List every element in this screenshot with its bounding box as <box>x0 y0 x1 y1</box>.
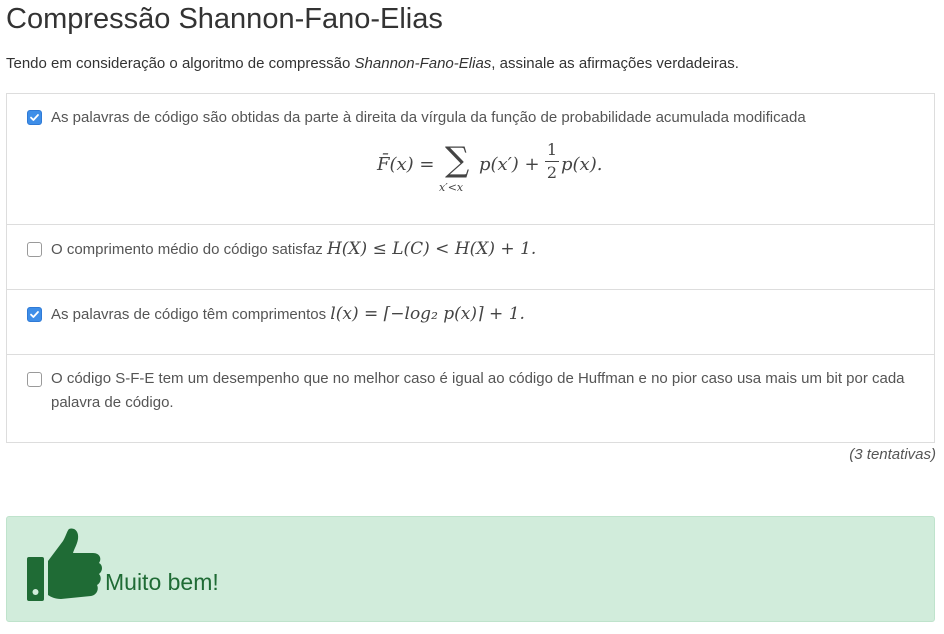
prompt-text-before: Tendo em consideração o algoritmo de com… <box>6 55 355 72</box>
option-text: O código S-F-E tem um desempenho que no … <box>51 370 905 411</box>
checkbox-checked[interactable] <box>27 110 42 125</box>
option-item[interactable]: O código S-F-E tem um desempenho que no … <box>7 355 934 443</box>
fraction-denominator: 2 <box>546 163 558 182</box>
math-inequality: H(X) ≤ L(C) < H(X) + 1. <box>326 239 537 259</box>
sum-symbol: ∑ <box>445 140 470 180</box>
formula-term-end: p(x). <box>561 154 603 175</box>
sum-subscript: x′<x <box>439 181 464 194</box>
option-item[interactable]: As palavras de código têm comprimentos l… <box>7 290 934 355</box>
prompt-emphasis: Shannon-Fano-Elias <box>354 55 492 72</box>
answer-options: As palavras de código são obtidas da par… <box>6 93 935 443</box>
math-length: l(x) = ⌈−log₂ p(x)⌉ + 1. <box>330 304 525 324</box>
formula-modified-cdf: F̄(x) = ∑ x′<x p(x′) + 1 2 p(x). <box>367 140 627 200</box>
prompt-text-after: , assinale as afirmações verdadeiras. <box>491 55 739 72</box>
page-title: Compressão Shannon-Fano-Elias <box>6 3 443 35</box>
option-text-label: As palavras de código têm comprimentos <box>51 306 331 323</box>
feedback-message: Muito bem! <box>105 569 219 595</box>
option-text: As palavras de código têm comprimentos l… <box>51 302 914 327</box>
check-icon <box>30 311 39 318</box>
question-prompt: Tendo em consideração o algoritmo de com… <box>6 54 739 74</box>
feedback-box: Muito bem! <box>6 516 935 622</box>
option-text-label: O comprimento médio do código satisfaz <box>51 241 327 258</box>
option-text: As palavras de código são obtidas da par… <box>51 109 806 126</box>
quiz-page: Compressão Shannon-Fano-Elias Tendo em c… <box>0 0 944 634</box>
attempts-counter: (3 tentativas) <box>849 446 936 463</box>
fraction-numerator: 1 <box>546 140 558 159</box>
fraction: 1 2 <box>545 140 559 183</box>
fraction-bar <box>545 161 559 162</box>
thumbs-up-icon <box>27 528 102 601</box>
checkbox-unchecked[interactable] <box>27 242 42 257</box>
formula-lhs: F̄(x) = <box>377 154 435 175</box>
checkbox-unchecked[interactable] <box>27 372 42 387</box>
checkbox-checked[interactable] <box>27 307 42 322</box>
option-text: O comprimento médio do código satisfaz H… <box>51 237 914 262</box>
option-item[interactable]: O comprimento médio do código satisfaz H… <box>7 225 934 290</box>
option-item[interactable]: As palavras de código são obtidas da par… <box>7 94 934 225</box>
check-icon <box>30 114 39 121</box>
formula-term: p(x′) + <box>479 154 540 175</box>
